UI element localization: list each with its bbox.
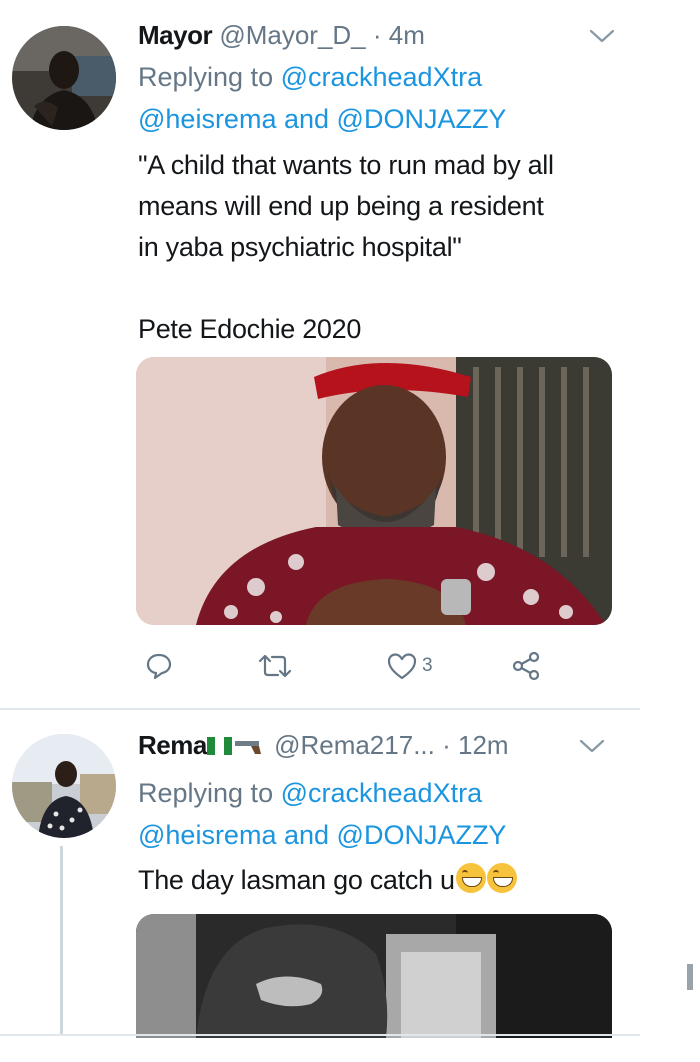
thread-line <box>60 846 63 1034</box>
separator-dot: · <box>372 20 382 50</box>
nigeria-flag-emoji <box>206 732 233 763</box>
separator-dot: · <box>442 730 451 760</box>
share-button[interactable] <box>510 648 542 684</box>
mention-link[interactable]: @heisrema <box>138 820 276 850</box>
tweet-text-line: The day lasman go catch u <box>138 865 455 895</box>
heart-icon <box>387 653 417 680</box>
tweet-image[interactable] <box>136 914 612 1038</box>
tweet-image[interactable] <box>136 357 612 625</box>
tweet[interactable]: Mayor @Mayor_D_ · 4m Replying to @crackh… <box>0 0 640 708</box>
tweet-time[interactable]: 4m <box>389 20 425 50</box>
tweet-text-line: in yaba psychiatric hospital" <box>138 232 462 262</box>
tweet-actions: 3 <box>138 648 558 688</box>
retweet-icon <box>258 654 292 678</box>
scroll-indicator <box>687 964 693 990</box>
retweet-button[interactable] <box>256 648 294 684</box>
tweet-text: The day lasman go catch u <box>138 860 628 901</box>
like-count: 3 <box>422 655 433 676</box>
reply-button[interactable] <box>144 648 174 684</box>
mention-link[interactable]: @crackheadXtra <box>281 62 483 92</box>
chevron-down-icon[interactable] <box>588 22 616 43</box>
user-handle[interactable]: @Mayor_D_ <box>219 20 365 50</box>
user-handle[interactable]: @Rema217... <box>274 730 435 760</box>
face-with-tears-of-joy-emoji <box>486 863 517 893</box>
tweet-text-line: means will end up being a resident <box>138 191 544 221</box>
divider <box>0 1034 640 1036</box>
replying-to: Replying to @crackheadXtra @heisrema and… <box>138 778 507 850</box>
face-with-tears-of-joy-emoji <box>455 863 486 893</box>
tweet[interactable]: Rema @Rema217... · 12m Replying to @crac… <box>0 710 640 1062</box>
display-name[interactable]: Mayor <box>138 20 213 50</box>
like-button[interactable]: 3 <box>386 648 433 684</box>
pistol-emoji <box>233 732 267 763</box>
mention-link[interactable]: @crackheadXtra <box>281 778 483 808</box>
tweet-header: Mayor @Mayor_D_ · 4m <box>138 20 618 54</box>
tweet-header: Rema @Rema217... · 12m <box>138 730 618 764</box>
tweet-text-line: "A child that wants to run mad by all <box>138 150 554 180</box>
mention-link[interactable]: @heisrema <box>138 104 276 134</box>
tweet-text-line: Pete Edochie 2020 <box>138 314 362 344</box>
replying-to: Replying to @crackheadXtra @heisrema and… <box>138 62 507 134</box>
chevron-down-icon[interactable] <box>578 732 606 753</box>
mention-link[interactable]: @DONJAZZY <box>337 104 507 134</box>
tweet-time[interactable]: 12m <box>458 730 509 760</box>
reply-icon <box>146 653 172 680</box>
tweet-text: "A child that wants to run mad by all me… <box>138 145 628 350</box>
share-icon <box>512 651 540 681</box>
avatar[interactable] <box>12 734 116 838</box>
mention-link[interactable]: @DONJAZZY <box>337 820 507 850</box>
avatar[interactable] <box>12 26 116 130</box>
display-name[interactable]: Rema <box>138 730 207 760</box>
tweet-text-line <box>138 268 628 309</box>
